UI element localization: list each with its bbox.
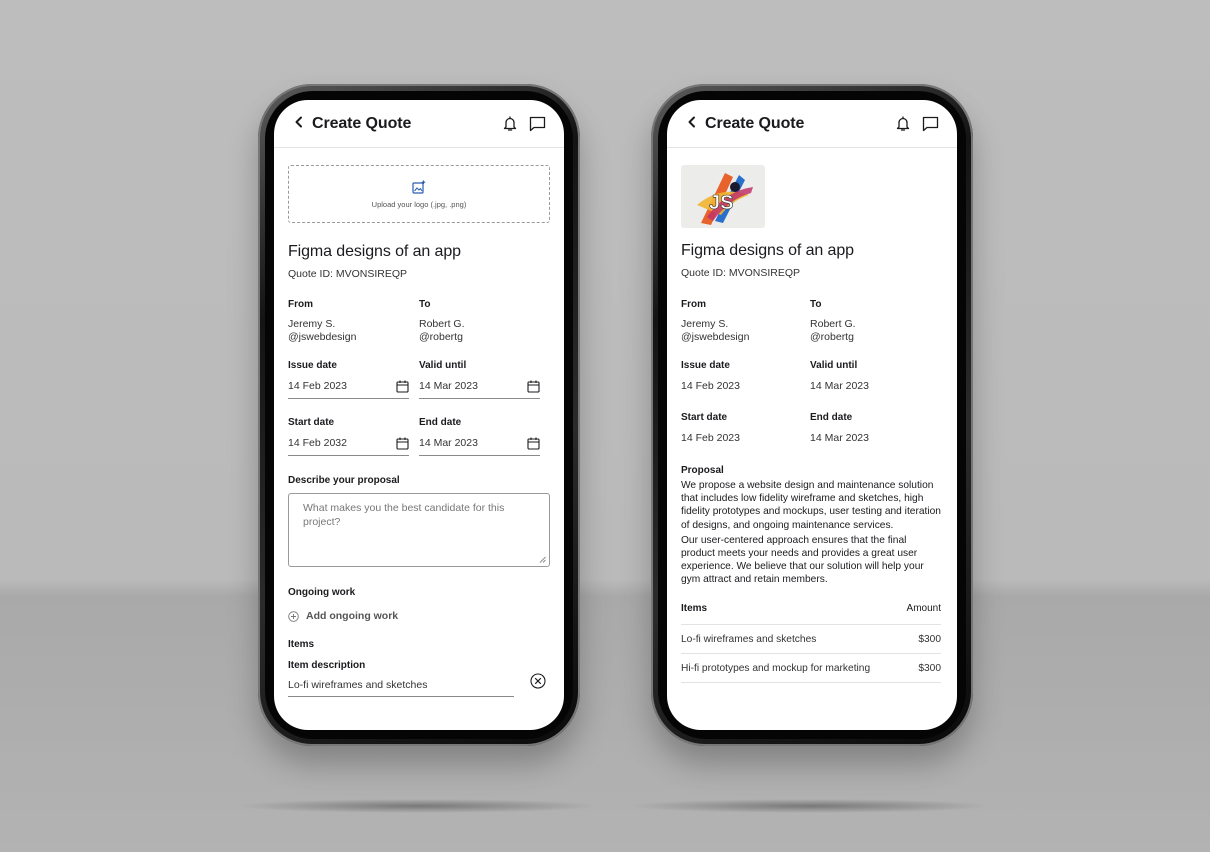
to-name: Robert G. [810, 318, 856, 330]
from-label: From [288, 299, 313, 310]
project-title: Figma designs of an app [681, 242, 854, 259]
proposal-paragraph-2: Our user-centered approach ensures that … [681, 534, 924, 586]
items-column-header: Items [681, 602, 708, 614]
proposal-label: Proposal [681, 465, 724, 476]
item-description-input[interactable]: Lo-fi wireframes and sketches [288, 674, 514, 697]
phone-quote-preview: Create Quote JS Figma designs of an app … [651, 84, 973, 746]
bell-icon[interactable] [503, 115, 517, 132]
chevron-left-icon [688, 116, 695, 128]
items-label: Items [288, 639, 315, 650]
start-date-label: Start date [681, 412, 728, 423]
item-amount: $300 [918, 633, 941, 645]
top-bar: Create Quote [667, 100, 957, 148]
image-add-icon [412, 180, 426, 194]
chat-icon[interactable] [922, 116, 939, 132]
add-ongoing-work-label: Add ongoing work [306, 610, 399, 622]
table-row: Hi-fi prototypes and mockup for marketin… [681, 654, 941, 683]
issue-date-value: 14 Feb 2023 [681, 380, 740, 392]
quote-id: Quote ID: MVONSIREQP [681, 267, 801, 279]
to-handle: @robertg [419, 331, 463, 343]
logo-upload-dropzone[interactable]: Upload your logo (.jpg, .png) [288, 165, 550, 223]
back-button[interactable] [687, 115, 705, 132]
end-date-label: End date [810, 412, 853, 423]
table-row: Lo-fi wireframes and sketches $300 [681, 625, 941, 654]
valid-until-label: Valid until [810, 360, 858, 371]
issue-date-value: 14 Feb 2023 [288, 380, 347, 392]
proposal-textarea[interactable]: What makes you the best candidate for th… [288, 493, 550, 567]
end-date-value: 14 Mar 2023 [419, 437, 478, 449]
valid-until-value: 14 Mar 2023 [419, 380, 478, 392]
end-date-label: End date [419, 417, 462, 428]
start-date-label: Start date [288, 417, 335, 428]
issue-date-label: Issue date [681, 360, 730, 371]
item-description-value: Lo-fi wireframes and sketches [288, 679, 428, 691]
quote-id: Quote ID: MVONSIREQP [288, 268, 408, 280]
edit-quote-screen: Create Quote Upload your logo (.jpg, .pn… [274, 100, 564, 730]
to-label: To [419, 299, 431, 310]
from-handle: @jswebdesign [681, 331, 750, 343]
issue-date-field[interactable]: 14 Feb 2023 [288, 378, 409, 399]
project-title: Figma designs of an app [288, 243, 461, 260]
logo-artwork: JS [697, 173, 753, 225]
item-description: Lo-fi wireframes and sketches [681, 633, 817, 645]
calendar-icon[interactable] [396, 437, 409, 450]
parties-row: From Jeremy S. @jswebdesign To Robert G.… [681, 299, 941, 344]
phone-edit-quote: Create Quote Upload your logo (.jpg, .pn… [258, 84, 580, 746]
issue-date-label: Issue date [288, 360, 337, 371]
calendar-icon[interactable] [527, 380, 540, 393]
start-end-row: Start date 14 Feb 2032 End date 14 Mar 2… [288, 417, 550, 456]
item-description: Hi-fi prototypes and mockup for marketin… [681, 662, 871, 674]
chat-icon[interactable] [529, 116, 546, 132]
plus-circle-icon [288, 610, 299, 622]
amount-column-header: Amount [906, 602, 941, 614]
start-date-field[interactable]: 14 Feb 2032 [288, 435, 409, 456]
issue-valid-row: Issue date 14 Feb 2023 Valid until 14 Ma… [681, 360, 941, 393]
valid-until-value: 14 Mar 2023 [810, 380, 869, 392]
valid-until-label: Valid until [419, 360, 467, 371]
proposal-label: Describe your proposal [288, 475, 400, 486]
back-button[interactable] [294, 115, 312, 132]
items-table-header: Items Amount [681, 603, 941, 625]
to-name: Robert G. [419, 318, 465, 330]
proposal-paragraph-1: We propose a website design and maintena… [681, 480, 941, 531]
from-handle: @jswebdesign [288, 331, 357, 343]
quote-preview-screen: Create Quote JS Figma designs of an app … [667, 100, 957, 730]
upload-hint: Upload your logo (.jpg, .png) [371, 199, 467, 209]
start-date-value: 14 Feb 2023 [681, 432, 740, 444]
close-circle-icon[interactable] [530, 673, 546, 689]
add-ongoing-work-button[interactable]: Add ongoing work [288, 610, 550, 622]
proposal-placeholder: What makes you the best candidate for th… [303, 502, 505, 528]
ongoing-work-label: Ongoing work [288, 587, 356, 598]
issue-valid-row: Issue date 14 Feb 2023 Valid until 14 Ma… [288, 360, 550, 399]
start-end-row: Start date 14 Feb 2023 End date 14 Mar 2… [681, 412, 941, 445]
page-title: Create Quote [705, 114, 805, 132]
chevron-left-icon [295, 116, 302, 128]
resize-grip-icon[interactable] [539, 556, 546, 563]
from-name: Jeremy S. [288, 318, 336, 330]
end-date-value: 14 Mar 2023 [810, 432, 869, 444]
to-label: To [810, 299, 822, 310]
calendar-icon[interactable] [396, 380, 409, 393]
top-bar: Create Quote [274, 100, 564, 148]
item-description-label: Item description [288, 660, 366, 671]
logo-monogram: JS [709, 192, 733, 214]
calendar-icon[interactable] [527, 437, 540, 450]
page-title: Create Quote [312, 114, 412, 132]
company-logo: JS [681, 165, 765, 228]
item-amount: $300 [918, 662, 941, 674]
parties-row: From Jeremy S. @jswebdesign To Robert G.… [288, 299, 550, 344]
from-label: From [681, 299, 706, 310]
bell-icon[interactable] [896, 115, 910, 132]
start-date-value: 14 Feb 2032 [288, 437, 347, 449]
end-date-field[interactable]: 14 Mar 2023 [419, 435, 540, 456]
valid-until-field[interactable]: 14 Mar 2023 [419, 378, 540, 399]
to-handle: @robertg [810, 331, 854, 343]
from-name: Jeremy S. [681, 318, 729, 330]
